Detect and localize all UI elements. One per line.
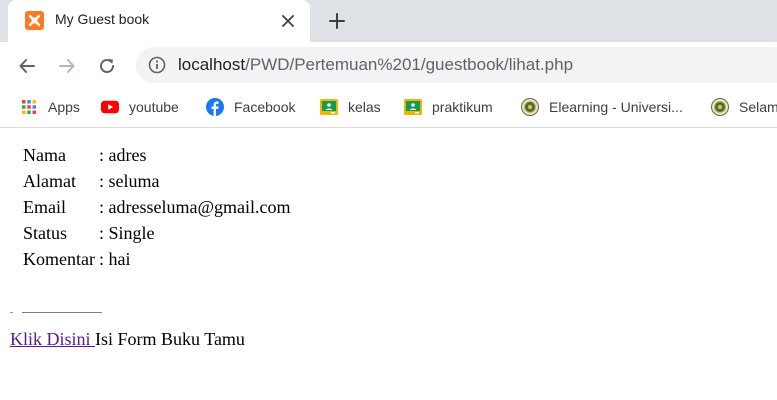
value-text: hai bbox=[108, 249, 131, 269]
page-content: Nama : adres Alamat : seluma Email : adr… bbox=[0, 129, 777, 400]
bookmark-label: Selam bbox=[739, 99, 777, 115]
separator: : bbox=[98, 197, 104, 217]
forward-arrow-icon[interactable] bbox=[55, 54, 79, 78]
divider-line bbox=[22, 312, 102, 313]
tab-strip: My Guest book bbox=[0, 0, 777, 42]
separator: : bbox=[98, 145, 104, 165]
separator: : bbox=[98, 249, 104, 269]
tab-title: My Guest book bbox=[55, 11, 150, 27]
tab-close-icon[interactable] bbox=[278, 11, 298, 31]
field-value-status: : Single bbox=[98, 221, 292, 245]
browser-toolbar: localhost/PWD/Pertemuan%201/guestbook/li… bbox=[0, 42, 777, 89]
table-row: Email : adresseluma@gmail.com bbox=[22, 195, 292, 219]
guest-entry-table: Nama : adres Alamat : seluma Email : adr… bbox=[20, 141, 294, 273]
divider-tiny bbox=[10, 312, 13, 313]
bookmark-label: Elearning - Universi... bbox=[549, 99, 683, 115]
bookmark-praktikum[interactable]: praktikum bbox=[404, 97, 493, 117]
url-path: /PWD/Pertemuan%201/guestbook/lihat.php bbox=[245, 55, 574, 74]
bookmark-label: praktikum bbox=[432, 99, 493, 115]
field-value-komentar: : hai bbox=[98, 247, 292, 271]
field-label-alamat: Alamat bbox=[23, 171, 76, 191]
youtube-icon bbox=[101, 98, 119, 116]
apps-grid-icon bbox=[20, 98, 38, 116]
field-value-email: : adresseluma@gmail.com bbox=[98, 195, 292, 219]
bookmark-apps[interactable]: Apps bbox=[20, 97, 80, 117]
value-text: seluma bbox=[108, 171, 160, 191]
value-text: adres bbox=[108, 145, 147, 165]
url-host: localhost bbox=[178, 55, 246, 74]
field-label-komentar: Komentar bbox=[23, 249, 95, 269]
table-row: Alamat : seluma bbox=[22, 169, 292, 193]
bookmark-label: Facebook bbox=[234, 99, 296, 115]
bookmark-youtube[interactable]: youtube bbox=[101, 97, 179, 117]
table-row: Status : Single bbox=[22, 221, 292, 245]
field-label-status: Status bbox=[23, 223, 68, 243]
bookmark-selam[interactable]: Selam bbox=[711, 97, 777, 117]
footer-line: Klik Disini Isi Form Buku Tamu bbox=[10, 329, 245, 350]
value-text: Single bbox=[108, 223, 155, 243]
bookmark-label: youtube bbox=[129, 99, 179, 115]
footer-text: Isi Form Buku Tamu bbox=[95, 329, 245, 349]
new-tab-plus-icon[interactable] bbox=[326, 10, 348, 32]
university-emblem-icon bbox=[711, 98, 729, 116]
google-classroom-icon bbox=[404, 98, 422, 116]
url-text: localhost/PWD/Pertemuan%201/guestbook/li… bbox=[178, 55, 573, 75]
google-classroom-icon bbox=[320, 98, 338, 116]
bookmark-label: kelas bbox=[348, 99, 381, 115]
field-label-nama: Nama bbox=[23, 145, 66, 165]
field-value-alamat: : seluma bbox=[98, 169, 292, 193]
separator: : bbox=[98, 171, 104, 191]
table-row: Nama : adres bbox=[22, 143, 292, 167]
site-info-icon[interactable] bbox=[148, 56, 166, 74]
separator: : bbox=[98, 223, 104, 243]
table-row: Komentar : hai bbox=[22, 247, 292, 271]
back-arrow-icon[interactable] bbox=[15, 54, 39, 78]
field-label-email: Email bbox=[23, 197, 66, 217]
xampp-favicon-icon bbox=[25, 11, 44, 30]
field-value-nama: : adres bbox=[98, 143, 292, 167]
browser-tab[interactable]: My Guest book bbox=[8, 0, 310, 42]
value-text: adresseluma@gmail.com bbox=[108, 197, 291, 217]
bookmark-label: Apps bbox=[48, 99, 80, 115]
facebook-icon bbox=[206, 98, 224, 116]
bookmarks-bar: Apps youtube Facebook kelas praktikum El… bbox=[0, 89, 777, 128]
bookmark-kelas[interactable]: kelas bbox=[320, 97, 381, 117]
bookmark-facebook[interactable]: Facebook bbox=[206, 97, 295, 117]
bookmark-elearning[interactable]: Elearning - Universi... bbox=[521, 97, 683, 117]
reload-icon[interactable] bbox=[95, 54, 119, 78]
university-emblem-icon bbox=[521, 98, 539, 116]
klik-disini-link[interactable]: Klik Disini bbox=[10, 329, 95, 349]
address-bar[interactable]: localhost/PWD/Pertemuan%201/guestbook/li… bbox=[136, 47, 777, 83]
